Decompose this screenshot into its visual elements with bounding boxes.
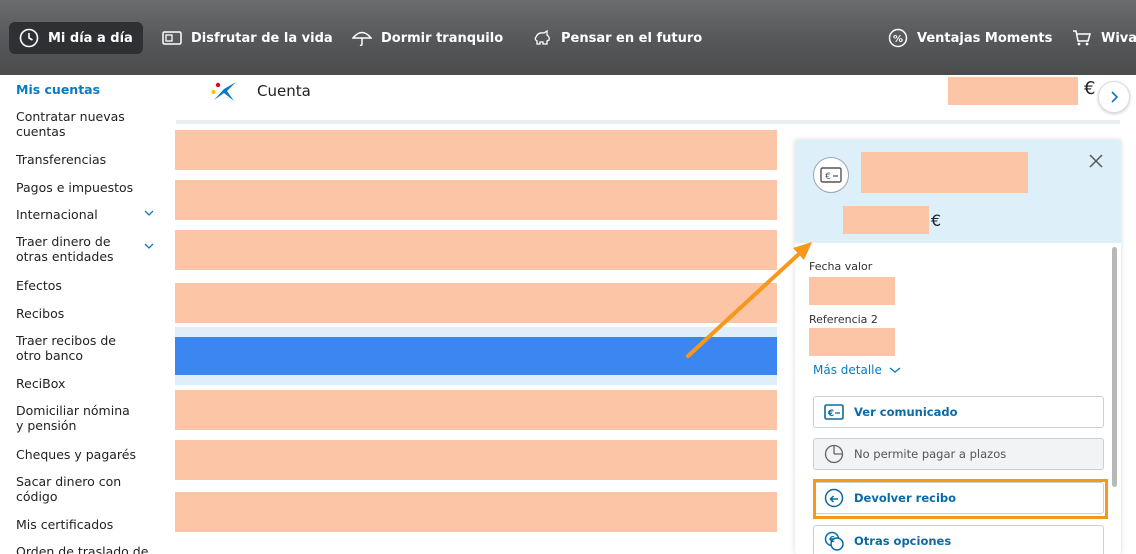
page-title: Cuenta [257,82,311,100]
no-permite-plazos-button: No permite pagar a plazos [813,438,1104,470]
nav-dormir-tranquilo[interactable]: Dormir tranquilo [352,22,503,54]
sidebar-item-label: Traer dinero de otras entidades [16,234,114,264]
nav-label: Ventajas Moments [917,30,1053,46]
transaction-row[interactable] [175,440,777,480]
percent-icon: % [888,28,908,48]
transaction-row[interactable] [175,130,777,170]
redacted-concept [861,152,1028,193]
transaction-row[interactable] [175,492,777,532]
redacted-amount [843,206,929,234]
close-icon[interactable] [1087,152,1105,170]
receipt-icon: € [813,157,849,193]
nav-wiva[interactable]: Wiva [1072,22,1136,54]
ver-comunicado-button[interactable]: € Ver comunicado [813,396,1104,428]
next-account-button[interactable] [1098,81,1130,113]
sidebar-item-label: Internacional [16,207,98,222]
sidebar-item-traer-dinero[interactable]: Traer dinero de otras entidades [16,234,154,264]
detail-header: € € [795,140,1121,243]
svg-text:€: € [828,535,835,544]
sidebar-item-recibos[interactable]: Recibos [16,306,146,321]
nav-disfrutar-de-la-vida[interactable]: Disfrutar de la vida [162,22,333,54]
account-header: Cuenta € [160,75,1136,120]
top-navigation: Mi día a día Disfrutar de la vida Dormir… [0,0,1136,75]
sidebar-item-sacar-dinero[interactable]: Sacar dinero con código [16,474,126,504]
transaction-row[interactable] [175,390,777,430]
sidebar-item-traer-recibos[interactable]: Traer recibos de otro banco [16,333,141,363]
nav-label: Wiva [1101,30,1136,46]
sidebar: Mis cuentas Contratar nuevas cuentas Tra… [0,75,160,554]
nav-label: Mi día a día [48,30,133,46]
umbrella-icon [352,31,372,47]
sidebar-item-cheques-y-pagares[interactable]: Cheques y pagarés [16,447,146,462]
referencia-label: Referencia 2 [809,313,878,326]
otras-opciones-button[interactable]: € Otras opciones [813,525,1104,554]
nav-label: Pensar en el futuro [561,30,703,46]
nav-ventajas-moments[interactable]: % Ventajas Moments [888,22,1052,54]
svg-text:€: € [827,409,834,419]
chevron-down-icon [889,367,901,373]
sidebar-item-contratar-nuevas-cuentas[interactable]: Contratar nuevas cuentas [16,109,131,139]
sidebar-item-mis-certificados[interactable]: Mis certificados [16,517,146,532]
chevron-down-icon [144,243,154,249]
devolver-recibo-highlight [813,479,1108,519]
panel-scrollbar[interactable] [1112,247,1117,487]
nav-pensar-en-el-futuro[interactable]: Pensar en el futuro [532,22,702,54]
caixabank-star-logo-icon [211,82,236,101]
ticket-icon [162,31,182,45]
sidebar-item-domiciliar-nomina[interactable]: Domiciliar nómina y pensión [16,403,141,433]
sidebar-item-recibox[interactable]: ReciBox [16,376,146,391]
transaction-row[interactable] [175,180,777,220]
redacted-referencia [809,328,895,356]
chevron-down-icon [144,210,154,216]
sidebar-item-mis-cuentas[interactable]: Mis cuentas [16,82,146,97]
sidebar-item-internacional[interactable]: Internacional [16,207,154,222]
mas-detalle-label: Más detalle [813,363,882,377]
sidebar-item-orden-de-traslado[interactable]: Orden de traslado de [16,544,156,554]
redacted-balance [948,77,1078,105]
nav-label: Dormir tranquilo [381,30,504,46]
sidebar-item-transferencias[interactable]: Transferencias [16,152,146,167]
fecha-valor-label: Fecha valor [809,260,873,273]
redacted-fecha-valor [809,277,895,305]
mas-detalle-link[interactable]: Más detalle [813,363,901,377]
nav-label: Disfrutar de la vida [191,30,333,46]
header-divider [176,120,1120,124]
sidebar-item-pagos-e-impuestos[interactable]: Pagos e impuestos [16,180,146,195]
piggy-bank-icon [534,29,550,45]
transaction-row-selected[interactable] [175,337,777,375]
button-label: No permite pagar a plazos [854,447,1007,461]
button-label: Ver comunicado [854,405,958,419]
pie-chart-icon [824,444,844,464]
sidebar-item-efectos[interactable]: Efectos [16,278,146,293]
euro-coins-icon: € [824,531,844,551]
amount-currency: € [931,211,942,230]
cart-icon [1073,30,1091,46]
euro-card-icon: € [824,404,844,420]
chevron-right-icon [1111,91,1119,103]
transaction-row[interactable] [175,230,777,270]
balance-currency: € [1084,78,1096,99]
svg-text:€: € [825,172,831,182]
nav-mi-dia-a-dia[interactable]: Mi día a día [9,22,143,54]
transaction-row[interactable] [175,283,777,323]
button-label: Otras opciones [854,534,952,548]
svg-text:%: % [893,34,903,45]
clock-icon [19,28,39,48]
